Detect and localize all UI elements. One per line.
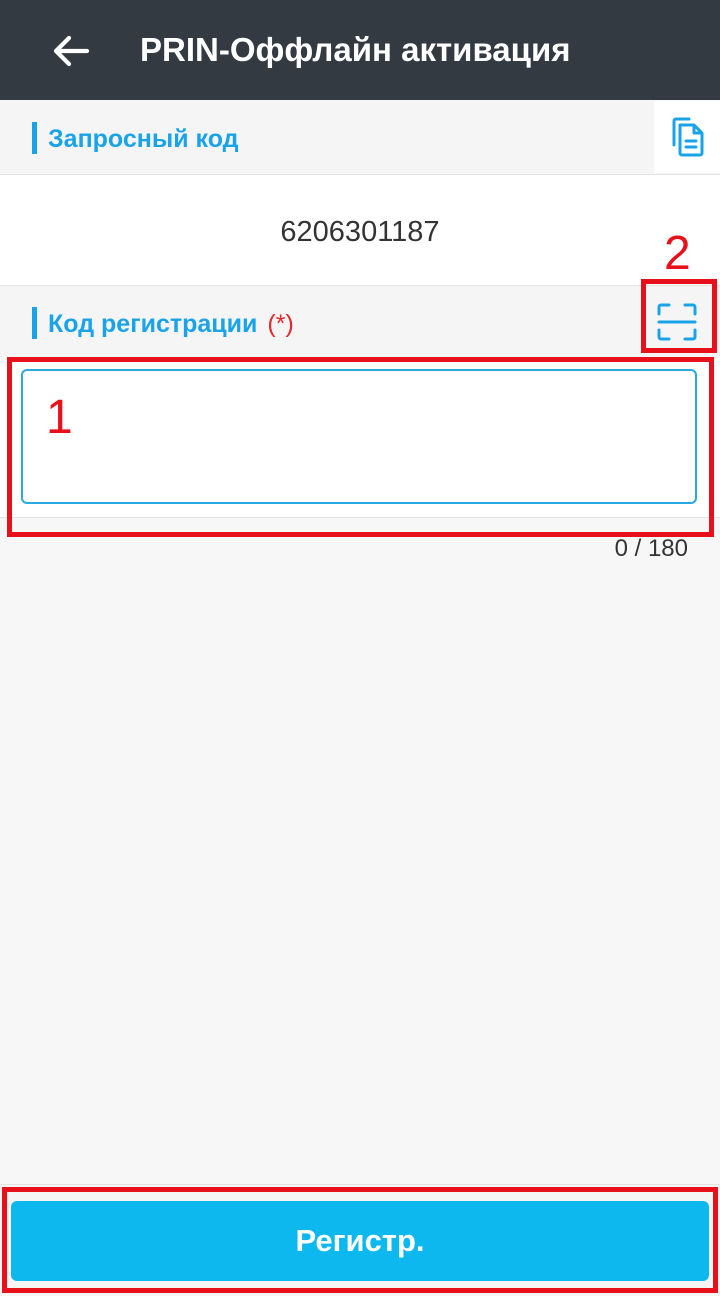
page-title: PRIN-Оффлайн активация [140,31,571,68]
registration-code-header: Код регистрации (*) [0,286,720,358]
request-code-label: Запросный код [48,125,239,153]
request-code-row: 6206301187 [0,174,720,286]
app-bar: PRIN-Оффлайн активация [0,0,720,100]
character-counter: 0 / 180 [614,535,688,562]
copy-button[interactable] [654,101,720,173]
annotation-box-2 [641,279,717,353]
back-button[interactable] [46,26,96,76]
document-copy-icon [672,117,704,157]
section-accent-bar [32,122,37,154]
annotation-number-2: 2 [664,227,691,280]
annotation-number-1: 1 [46,391,73,444]
registration-code-label-text: Код регистрации [48,310,258,338]
required-mark: (*) [267,310,294,338]
annotation-box-1 [7,357,714,537]
annotation-box-3 [2,1187,718,1293]
section-accent-bar [32,307,37,339]
request-code-value: 6206301187 [280,216,440,248]
request-code-header: Запросный код [0,101,720,173]
registration-code-label: Код регистрации (*) [48,308,294,340]
arrow-left-icon [53,35,90,67]
